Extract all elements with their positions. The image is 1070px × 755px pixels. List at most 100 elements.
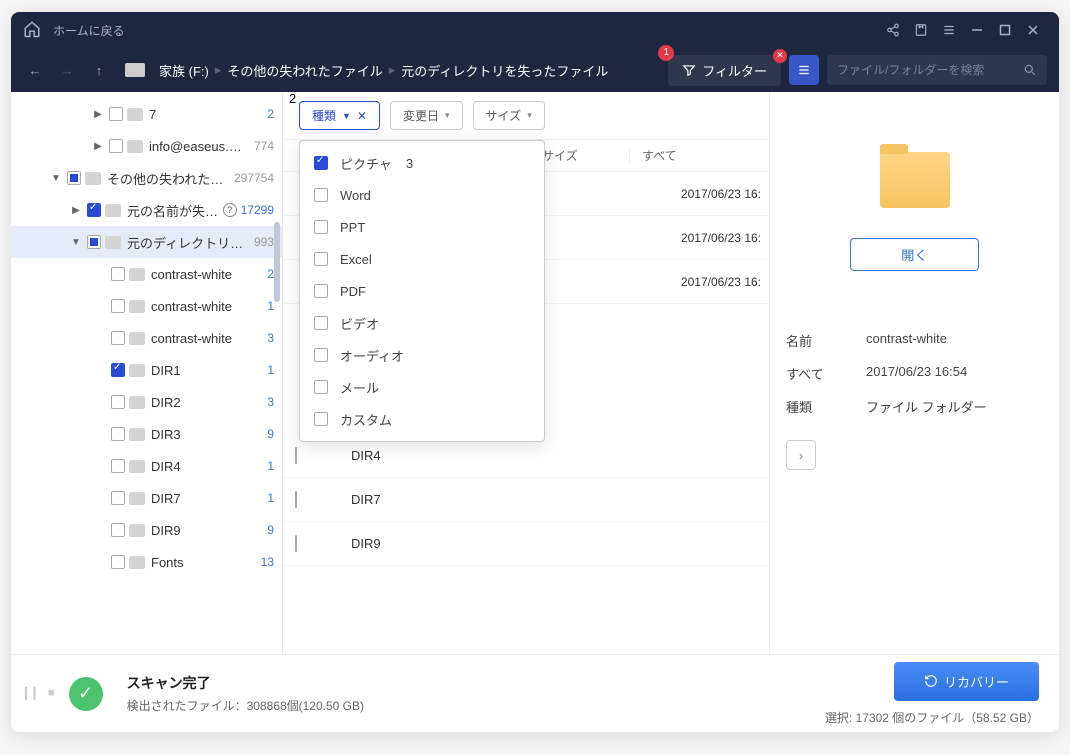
next-button[interactable]: › [786, 440, 816, 470]
checkbox[interactable] [111, 331, 125, 345]
checkbox[interactable] [111, 299, 125, 313]
up-button[interactable]: ↑ [87, 58, 111, 82]
checkbox[interactable] [314, 412, 328, 426]
scrollbar-thumb[interactable] [274, 222, 280, 302]
date-filter-select[interactable]: 変更日▾ [390, 101, 463, 130]
dropdown-option[interactable]: Excel [300, 243, 544, 275]
column-date[interactable]: すべて [629, 147, 769, 164]
search-input[interactable] [837, 63, 1023, 77]
close-button[interactable] [1019, 16, 1047, 44]
feedback-icon[interactable] [907, 16, 935, 44]
tree-item[interactable]: ▶info@easeus.…774 [11, 130, 282, 162]
checkbox[interactable] [314, 316, 328, 330]
checkbox[interactable] [111, 427, 125, 441]
checkbox[interactable] [111, 267, 125, 281]
close-icon[interactable]: ✕ [357, 109, 367, 123]
recover-button[interactable]: リカバリー [894, 662, 1039, 701]
checkbox[interactable] [295, 447, 297, 464]
meta-row: 種類ファイル フォルダー [786, 397, 1043, 416]
close-icon[interactable]: ✕ [773, 49, 787, 63]
help-icon[interactable]: ? [223, 203, 237, 217]
checkbox[interactable] [314, 156, 328, 170]
expand-arrow-icon[interactable]: ▶ [69, 205, 83, 216]
checkbox[interactable] [314, 252, 328, 266]
expand-arrow-icon[interactable]: ▶ [91, 141, 105, 152]
folder-tree[interactable]: ▶72▶info@easeus.…774▼その他の失われたフ…297754▶元の… [11, 92, 283, 654]
option-label: PPT [340, 220, 365, 235]
tree-item[interactable]: contrast-white2 [11, 258, 282, 290]
checkbox[interactable] [295, 535, 297, 552]
checkbox[interactable] [111, 555, 125, 569]
checkbox[interactable] [111, 363, 125, 377]
option-label: カスタム [340, 410, 392, 429]
tree-item[interactable]: contrast-white1 [11, 290, 282, 322]
dropdown-option[interactable]: カスタム [300, 403, 544, 435]
item-count: 9 [254, 523, 274, 537]
breadcrumb-item[interactable]: その他の失われたファイル [227, 61, 382, 80]
size-filter-select[interactable]: サイズ▾ [473, 101, 545, 130]
expand-arrow-icon[interactable]: ▼ [69, 237, 83, 248]
dropdown-option[interactable]: ビデオ [300, 307, 544, 339]
open-button[interactable]: 開く [850, 238, 979, 271]
tree-item-label: DIR7 [151, 491, 254, 506]
home-icon[interactable] [23, 20, 43, 40]
tree-item[interactable]: Fonts13 [11, 546, 282, 578]
tree-item[interactable]: DIR41 [11, 450, 282, 482]
dropdown-option[interactable]: メール [300, 371, 544, 403]
dropdown-option[interactable]: PPT [300, 211, 544, 243]
checkbox[interactable] [314, 220, 328, 234]
pause-controls[interactable]: ▎▎■ [25, 687, 55, 700]
tree-item[interactable]: ▶元の名前が失…?17299 [11, 194, 282, 226]
dropdown-option[interactable]: オーディオ [300, 339, 544, 371]
item-count: 1 [254, 459, 274, 473]
checkbox[interactable] [109, 107, 123, 121]
tree-item[interactable]: DIR71 [11, 482, 282, 514]
type-filter-dropdown[interactable]: ピクチャ3Word PPT ExcelPDFビデオオーディオメールカスタム [299, 140, 545, 442]
checkbox[interactable] [109, 139, 123, 153]
checkbox[interactable] [67, 171, 81, 185]
tree-item[interactable]: contrast-white3 [11, 322, 282, 354]
tree-item[interactable]: DIR39 [11, 418, 282, 450]
search-box[interactable] [827, 55, 1047, 85]
table-row[interactable]: DIR9 [283, 522, 769, 566]
breadcrumb-item[interactable]: 家族 (F:) [159, 61, 209, 80]
tree-item[interactable]: ▼元のディレクトリを失っ…993 [11, 226, 282, 258]
tree-item[interactable]: ▶72 [11, 98, 282, 130]
folder-icon [129, 300, 145, 313]
item-count: 2 [254, 107, 274, 121]
filter-button[interactable]: フィルター ✕ [668, 55, 781, 86]
checkbox[interactable] [111, 491, 125, 505]
expand-arrow-icon[interactable]: ▼ [49, 173, 63, 184]
checkbox[interactable] [111, 395, 125, 409]
tree-item[interactable]: DIR23 [11, 386, 282, 418]
checkbox[interactable] [87, 203, 101, 217]
forward-button[interactable]: → [55, 58, 79, 82]
dropdown-option[interactable]: ピクチャ3 [300, 147, 544, 179]
expand-arrow-icon[interactable]: ▶ [91, 109, 105, 120]
minimize-button[interactable] [963, 16, 991, 44]
back-button[interactable]: ← [23, 58, 47, 82]
checkbox[interactable] [314, 380, 328, 394]
checkbox[interactable] [314, 284, 328, 298]
checkbox[interactable] [295, 491, 297, 508]
dropdown-option[interactable]: PDF [300, 275, 544, 307]
menu-icon[interactable] [935, 16, 963, 44]
tree-item[interactable]: ▼その他の失われたフ…297754 [11, 162, 282, 194]
item-count: 13 [254, 555, 274, 569]
checkbox[interactable] [111, 459, 125, 473]
table-row[interactable]: DIR7 [283, 478, 769, 522]
checkbox[interactable] [314, 348, 328, 362]
tree-item[interactable]: DIR99 [11, 514, 282, 546]
maximize-button[interactable] [991, 16, 1019, 44]
share-icon[interactable] [879, 16, 907, 44]
tree-item[interactable]: DIR11 [11, 354, 282, 386]
breadcrumb: 家族 (F:) ▸ その他の失われたファイル ▸ 元のディレクトリを失ったファイ… [159, 61, 608, 80]
checkbox[interactable] [111, 523, 125, 537]
checkbox[interactable] [314, 188, 328, 202]
type-filter-select[interactable]: 種類▼ ✕ [299, 101, 380, 130]
breadcrumb-item[interactable]: 元のディレクトリを失ったファイル [401, 61, 608, 80]
home-link[interactable]: ホームに戻る [53, 22, 125, 39]
dropdown-option[interactable]: Word [300, 179, 544, 211]
view-mode-button[interactable] [789, 55, 819, 85]
checkbox[interactable] [87, 235, 101, 249]
